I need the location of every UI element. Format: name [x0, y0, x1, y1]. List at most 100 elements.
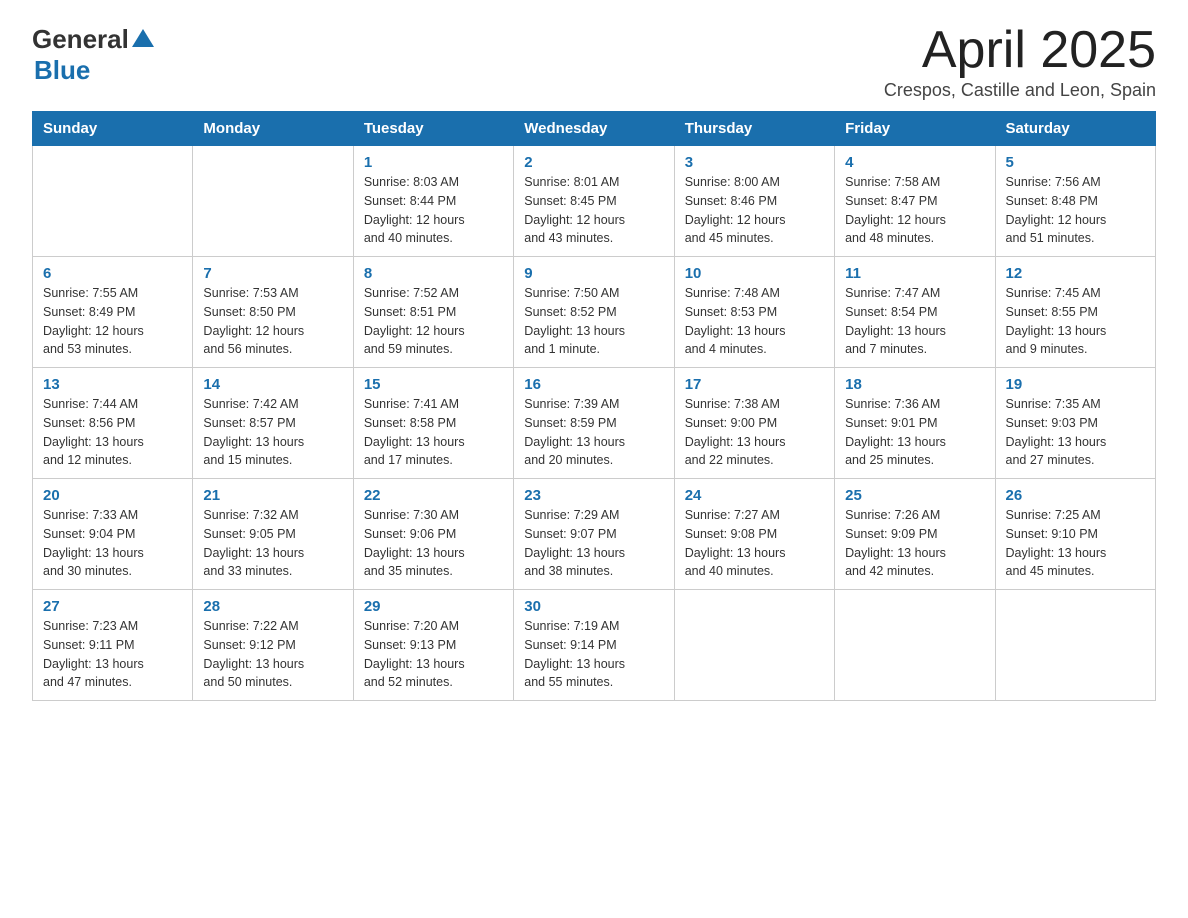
day-info: Sunrise: 7:53 AM Sunset: 8:50 PM Dayligh… — [203, 286, 304, 356]
calendar-cell: 18 Sunrise: 7:36 AM Sunset: 9:01 PM Dayli… — [835, 368, 995, 479]
day-number: 2 — [524, 154, 663, 171]
day-info: Sunrise: 7:36 AM Sunset: 9:01 PM Dayligh… — [845, 397, 946, 467]
day-info: Sunrise: 7:58 AM Sunset: 8:47 PM Dayligh… — [845, 175, 946, 245]
calendar-cell: 3 Sunrise: 8:00 AM Sunset: 8:46 PM Daylig… — [674, 146, 834, 257]
calendar-cell: 7 Sunrise: 7:53 AM Sunset: 8:50 PM Daylig… — [193, 257, 353, 368]
day-number: 6 — [43, 265, 182, 282]
page-header: General Blue April 2025 Crespos, Castill… — [32, 24, 1156, 101]
day-number: 18 — [845, 376, 984, 393]
day-number: 25 — [845, 487, 984, 504]
logo-blue-text: Blue — [34, 55, 90, 86]
calendar-header-friday: Friday — [835, 112, 995, 146]
day-info: Sunrise: 7:38 AM Sunset: 9:00 PM Dayligh… — [685, 397, 786, 467]
day-info: Sunrise: 7:33 AM Sunset: 9:04 PM Dayligh… — [43, 508, 144, 578]
day-number: 21 — [203, 487, 342, 504]
day-info: Sunrise: 7:20 AM Sunset: 9:13 PM Dayligh… — [364, 619, 465, 689]
calendar-cell: 12Sunrise: 7:45 AM Sunset: 8:55 PM Dayli… — [995, 257, 1155, 368]
day-number: 28 — [203, 598, 342, 615]
calendar-header-monday: Monday — [193, 112, 353, 146]
calendar-cell: 16Sunrise: 7:39 AM Sunset: 8:59 PM Dayli… — [514, 368, 674, 479]
day-info: Sunrise: 7:42 AM Sunset: 8:57 PM Dayligh… — [203, 397, 304, 467]
day-number: 27 — [43, 598, 182, 615]
calendar-cell: 23 Sunrise: 7:29 AM Sunset: 9:07 PM Dayli… — [514, 479, 674, 590]
calendar-cell: 19Sunrise: 7:35 AM Sunset: 9:03 PM Dayli… — [995, 368, 1155, 479]
day-number: 1 — [364, 154, 503, 171]
day-number: 23 — [524, 487, 663, 504]
calendar-cell — [835, 590, 995, 701]
calendar-cell: 21Sunrise: 7:32 AM Sunset: 9:05 PM Dayli… — [193, 479, 353, 590]
calendar-cell: 17 Sunrise: 7:38 AM Sunset: 9:00 PM Dayli… — [674, 368, 834, 479]
day-number: 4 — [845, 154, 984, 171]
calendar-week-1: 1Sunrise: 8:03 AM Sunset: 8:44 PM Daylig… — [33, 146, 1156, 257]
day-info: Sunrise: 7:44 AM Sunset: 8:56 PM Dayligh… — [43, 397, 144, 467]
calendar-cell — [995, 590, 1155, 701]
calendar-cell: 5Sunrise: 7:56 AM Sunset: 8:48 PM Daylig… — [995, 146, 1155, 257]
calendar-week-2: 6 Sunrise: 7:55 AM Sunset: 8:49 PM Daylig… — [33, 257, 1156, 368]
calendar-header-tuesday: Tuesday — [353, 112, 513, 146]
day-number: 10 — [685, 265, 824, 282]
day-info: Sunrise: 7:45 AM Sunset: 8:55 PM Dayligh… — [1006, 286, 1107, 356]
day-info: Sunrise: 7:55 AM Sunset: 8:49 PM Dayligh… — [43, 286, 144, 356]
calendar-header-thursday: Thursday — [674, 112, 834, 146]
calendar-cell: 29 Sunrise: 7:20 AM Sunset: 9:13 PM Dayli… — [353, 590, 513, 701]
day-info: Sunrise: 7:29 AM Sunset: 9:07 PM Dayligh… — [524, 508, 625, 578]
day-number: 24 — [685, 487, 824, 504]
calendar-cell: 4 Sunrise: 7:58 AM Sunset: 8:47 PM Daylig… — [835, 146, 995, 257]
calendar-cell: 30 Sunrise: 7:19 AM Sunset: 9:14 PM Dayli… — [514, 590, 674, 701]
page-title: April 2025 — [884, 24, 1156, 76]
day-info: Sunrise: 7:19 AM Sunset: 9:14 PM Dayligh… — [524, 619, 625, 689]
calendar-header-wednesday: Wednesday — [514, 112, 674, 146]
calendar-header-saturday: Saturday — [995, 112, 1155, 146]
day-info: Sunrise: 7:25 AM Sunset: 9:10 PM Dayligh… — [1006, 508, 1107, 578]
day-info: Sunrise: 7:47 AM Sunset: 8:54 PM Dayligh… — [845, 286, 946, 356]
calendar-cell: 14 Sunrise: 7:42 AM Sunset: 8:57 PM Dayli… — [193, 368, 353, 479]
calendar-cell: 2 Sunrise: 8:01 AM Sunset: 8:45 PM Daylig… — [514, 146, 674, 257]
day-info: Sunrise: 8:01 AM Sunset: 8:45 PM Dayligh… — [524, 175, 625, 245]
day-info: Sunrise: 7:30 AM Sunset: 9:06 PM Dayligh… — [364, 508, 465, 578]
logo: General Blue — [32, 24, 154, 86]
calendar-cell: 11Sunrise: 7:47 AM Sunset: 8:54 PM Dayli… — [835, 257, 995, 368]
calendar-cell: 8Sunrise: 7:52 AM Sunset: 8:51 PM Daylig… — [353, 257, 513, 368]
day-info: Sunrise: 7:39 AM Sunset: 8:59 PM Dayligh… — [524, 397, 625, 467]
calendar-cell: 6 Sunrise: 7:55 AM Sunset: 8:49 PM Daylig… — [33, 257, 193, 368]
day-number: 7 — [203, 265, 342, 282]
page-subtitle: Crespos, Castille and Leon, Spain — [884, 80, 1156, 101]
day-info: Sunrise: 7:56 AM Sunset: 8:48 PM Dayligh… — [1006, 175, 1107, 245]
calendar-cell: 25 Sunrise: 7:26 AM Sunset: 9:09 PM Dayli… — [835, 479, 995, 590]
calendar-header-row: SundayMondayTuesdayWednesdayThursdayFrid… — [33, 112, 1156, 146]
day-number: 3 — [685, 154, 824, 171]
calendar-cell — [193, 146, 353, 257]
day-info: Sunrise: 7:35 AM Sunset: 9:03 PM Dayligh… — [1006, 397, 1107, 467]
day-info: Sunrise: 7:22 AM Sunset: 9:12 PM Dayligh… — [203, 619, 304, 689]
day-info: Sunrise: 7:41 AM Sunset: 8:58 PM Dayligh… — [364, 397, 465, 467]
day-info: Sunrise: 7:48 AM Sunset: 8:53 PM Dayligh… — [685, 286, 786, 356]
calendar-table: SundayMondayTuesdayWednesdayThursdayFrid… — [32, 111, 1156, 701]
calendar-cell: 26 Sunrise: 7:25 AM Sunset: 9:10 PM Dayli… — [995, 479, 1155, 590]
day-number: 30 — [524, 598, 663, 615]
day-info: Sunrise: 7:52 AM Sunset: 8:51 PM Dayligh… — [364, 286, 465, 356]
calendar-week-5: 27Sunrise: 7:23 AM Sunset: 9:11 PM Dayli… — [33, 590, 1156, 701]
calendar-cell: 27Sunrise: 7:23 AM Sunset: 9:11 PM Dayli… — [33, 590, 193, 701]
day-info: Sunrise: 7:27 AM Sunset: 9:08 PM Dayligh… — [685, 508, 786, 578]
calendar-cell: 24 Sunrise: 7:27 AM Sunset: 9:08 PM Dayli… — [674, 479, 834, 590]
day-info: Sunrise: 7:50 AM Sunset: 8:52 PM Dayligh… — [524, 286, 625, 356]
calendar-week-4: 20 Sunrise: 7:33 AM Sunset: 9:04 PM Dayli… — [33, 479, 1156, 590]
day-number: 20 — [43, 487, 182, 504]
calendar-cell: 13 Sunrise: 7:44 AM Sunset: 8:56 PM Dayli… — [33, 368, 193, 479]
calendar-cell — [674, 590, 834, 701]
calendar-cell: 1Sunrise: 8:03 AM Sunset: 8:44 PM Daylig… — [353, 146, 513, 257]
day-number: 17 — [685, 376, 824, 393]
day-number: 26 — [1006, 487, 1145, 504]
calendar-header-sunday: Sunday — [33, 112, 193, 146]
day-info: Sunrise: 8:00 AM Sunset: 8:46 PM Dayligh… — [685, 175, 786, 245]
day-number: 29 — [364, 598, 503, 615]
calendar-cell: 22Sunrise: 7:30 AM Sunset: 9:06 PM Dayli… — [353, 479, 513, 590]
logo-triangle-icon — [132, 29, 154, 52]
calendar-week-3: 13 Sunrise: 7:44 AM Sunset: 8:56 PM Dayli… — [33, 368, 1156, 479]
day-info: Sunrise: 7:26 AM Sunset: 9:09 PM Dayligh… — [845, 508, 946, 578]
day-number: 14 — [203, 376, 342, 393]
calendar-cell: 10 Sunrise: 7:48 AM Sunset: 8:53 PM Dayli… — [674, 257, 834, 368]
calendar-cell: 9Sunrise: 7:50 AM Sunset: 8:52 PM Daylig… — [514, 257, 674, 368]
calendar-cell: 20 Sunrise: 7:33 AM Sunset: 9:04 PM Dayli… — [33, 479, 193, 590]
day-number: 13 — [43, 376, 182, 393]
